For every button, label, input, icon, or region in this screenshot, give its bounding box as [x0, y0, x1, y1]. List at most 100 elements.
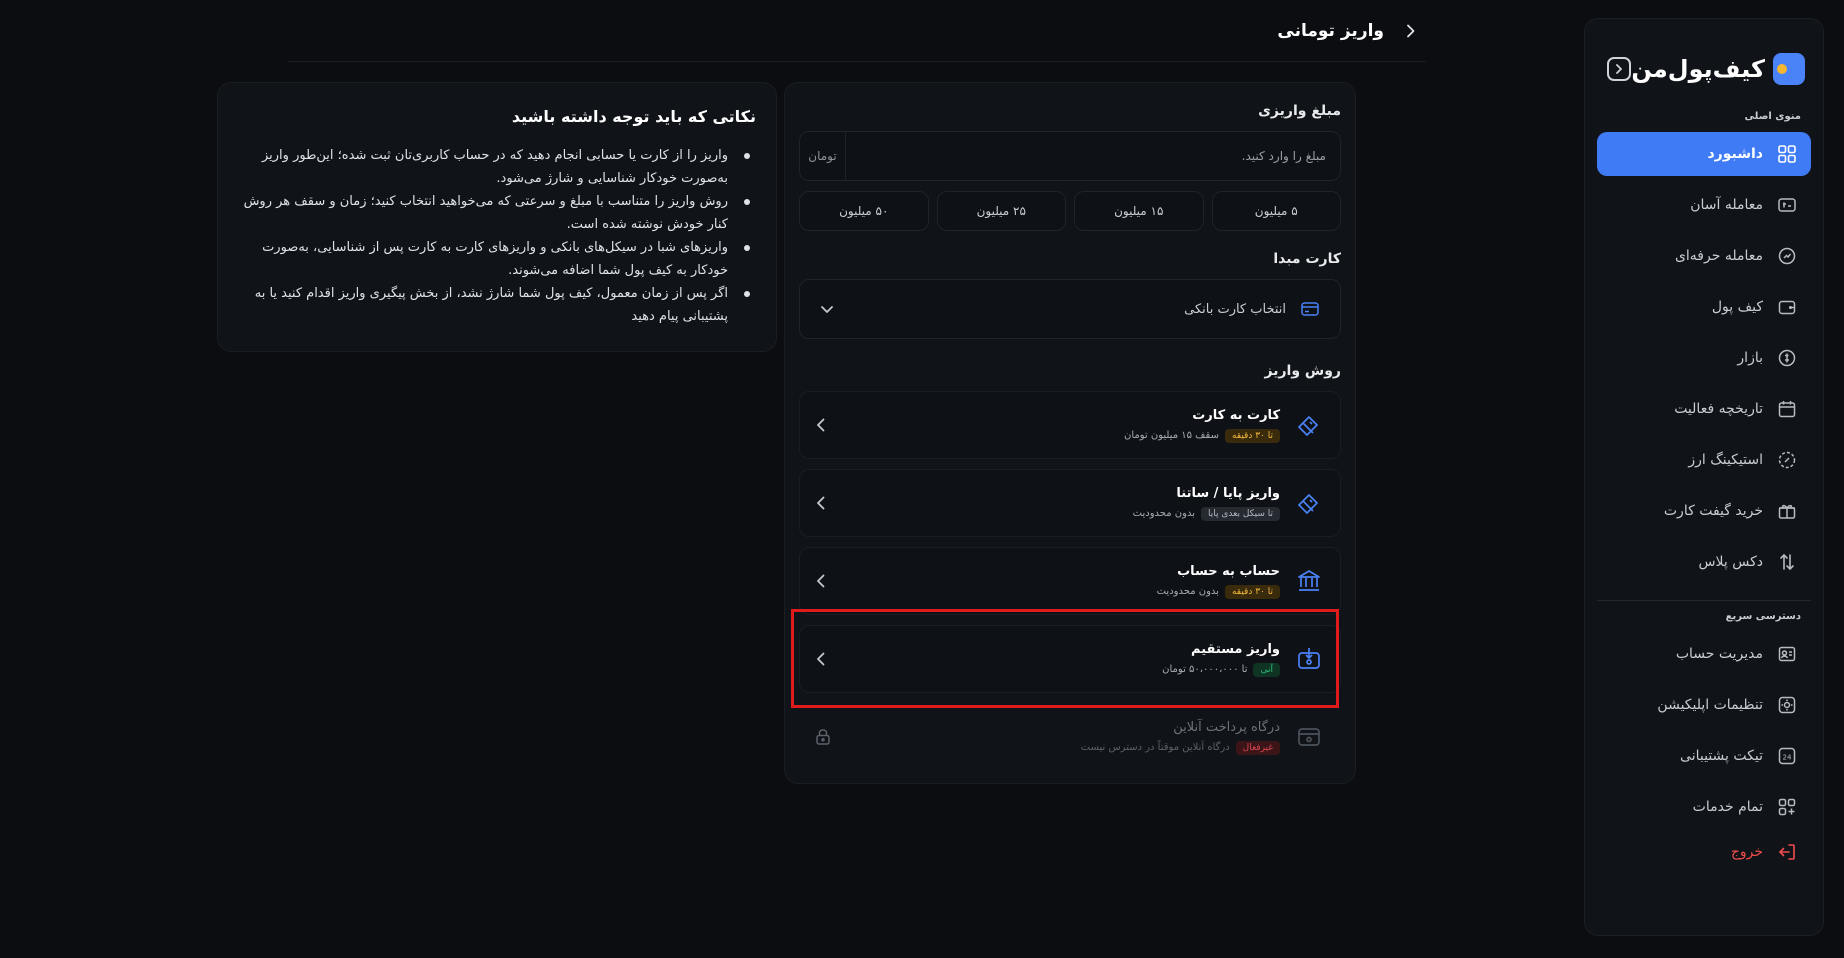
all-services-icon: [1778, 798, 1796, 816]
sidebar-item-support-ticket[interactable]: 24 تیکت پشتیبانی: [1597, 734, 1811, 778]
method-limit: بدون محدودیت: [1156, 586, 1219, 597]
method-card-to-card[interactable]: کارت به کارت تا ۳۰ دقیقه سقف ۱۵ میلیون ت…: [799, 391, 1341, 459]
source-card-label: کارت مبدا: [1273, 251, 1341, 267]
method-time-badge: تا ۳۰ دقیقه: [1224, 584, 1280, 599]
note-item: روش واریز را متناسب با مبلغ و سرعتی که م…: [238, 190, 756, 236]
logout-button[interactable]: خروج: [1597, 836, 1811, 868]
amount-unit: تومان: [800, 132, 846, 180]
sidebar-item-app-settings[interactable]: تنظیمات اپلیکیشن: [1597, 683, 1811, 727]
method-title: واریز پایا / ساتنا: [1176, 485, 1280, 501]
amount-label: مبلغ واریزی: [1258, 103, 1341, 119]
method-limit: بدون محدودیت: [1132, 508, 1196, 519]
sidebar-item-label: داشبورد: [1707, 146, 1764, 162]
quick-access-label: دسترسی سریع: [1725, 611, 1801, 622]
sidebar-item-label: خرید گیفت کارت: [1663, 503, 1763, 519]
amount-input[interactable]: [846, 149, 1340, 163]
app-settings-icon: [1778, 696, 1796, 714]
method-title: حساب به حساب: [1177, 563, 1280, 579]
notes-list: واریز را از کارت یا حسابی انجام دهید که …: [238, 144, 756, 328]
logout-icon: [1778, 844, 1795, 860]
sidebar-item-label: استیکینگ ارز: [1688, 452, 1763, 468]
method-unavailable-text: درگاه آنلاین موقتاً در دسترس نیست: [1080, 742, 1230, 753]
sidebar-header: کیف‌پول‌من: [1597, 49, 1811, 89]
staking-icon: [1778, 451, 1796, 469]
support-ticket-icon: 24: [1778, 747, 1796, 765]
quick-amount-15m-button[interactable]: ۱۵ میلیون: [1074, 191, 1204, 231]
method-title: واریز مستقیم: [1191, 641, 1280, 657]
quick-amounts: ۵ میلیون ۱۵ میلیون ۲۵ میلیون ۵۰ میلیون: [799, 191, 1341, 231]
online-gateway-icon: [1298, 728, 1320, 746]
calendar-history-icon: [1778, 401, 1796, 418]
bank-transfer-icon: [1298, 570, 1320, 591]
logout-label: خروج: [1730, 844, 1763, 860]
notes-card: نکاتی که باید توجه داشته باشید واریز را …: [217, 82, 777, 352]
sidebar-item-dex-plus[interactable]: دکس پلاس: [1597, 540, 1811, 584]
chevron-down-icon: [821, 306, 833, 313]
wallet-logo-icon: [1773, 53, 1805, 85]
method-time-badge: تا سیکل بعدی پایا: [1201, 506, 1280, 521]
sidebar-item-market[interactable]: بازار: [1597, 336, 1811, 380]
quick-amount-50m-button[interactable]: ۵۰ میلیون: [799, 191, 929, 231]
market-icon: [1778, 349, 1796, 367]
page-header: واریز تومانی: [288, 0, 1426, 62]
wallet-icon: [1778, 300, 1796, 315]
quick-amount-5m-button[interactable]: ۵ میلیون: [1211, 191, 1341, 231]
chevron-left-icon: [817, 418, 825, 432]
card-to-card-icon: [1298, 416, 1318, 436]
sidebar-item-pro-trade[interactable]: معامله حرفه‌ای: [1597, 234, 1811, 278]
pro-trade-icon: [1778, 247, 1796, 265]
sidebar-item-label: تنظیمات اپلیکیشن: [1657, 697, 1763, 713]
note-item: اگر پس از زمان معمول، کیف پول شما شارژ ن…: [238, 282, 756, 328]
notes-title: نکاتی که باید توجه داشته باشید: [511, 107, 756, 126]
deposit-form-card: مبلغ واریزی تومان ۵ میلیون ۱۵ میلیون ۲۵ …: [784, 82, 1356, 784]
sidebar-item-activity-history[interactable]: تاریخچه فعالیت: [1597, 387, 1811, 431]
sidebar-item-wallet[interactable]: کیف پول: [1597, 285, 1811, 329]
main-menu-label: منوی اصلی: [1744, 111, 1801, 122]
amount-field: تومان: [799, 131, 1341, 181]
sidebar-item-easy-trade[interactable]: معامله آسان: [1597, 183, 1811, 227]
sidebar-divider: [1597, 600, 1811, 601]
note-item: واریزهای شبا در سیکل‌های بانکی و واریزها…: [238, 236, 756, 282]
sidebar-item-account-management[interactable]: مدیریت حساب: [1597, 632, 1811, 676]
sidebar-item-staking[interactable]: استیکینگ ارز: [1597, 438, 1811, 482]
method-account-to-account[interactable]: حساب به حساب تا ۳۰ دقیقه بدون محدودیت: [799, 547, 1341, 615]
sidebar-item-label: تیکت پشتیبانی: [1680, 748, 1763, 764]
method-title: کارت به کارت: [1192, 407, 1280, 423]
direct-deposit-icon: [1298, 648, 1320, 669]
note-item: واریز را از کارت یا حسابی انجام دهید که …: [238, 144, 756, 190]
source-card-placeholder: انتخاب کارت بانکی: [1184, 301, 1286, 317]
page-title: واریز تومانی: [1277, 20, 1384, 41]
chevron-left-icon: [817, 652, 825, 666]
chevron-left-icon: [817, 574, 825, 588]
sidebar-item-gift-card[interactable]: خرید گیفت کارت: [1597, 489, 1811, 533]
sidebar-item-label: تمام خدمات: [1692, 799, 1763, 815]
sidebar-item-label: تاریخچه فعالیت: [1674, 401, 1763, 417]
sidebar-item-all-services[interactable]: تمام خدمات: [1597, 785, 1811, 829]
chevron-left-icon: [817, 496, 825, 510]
deposit-method-label: روش واریز: [1264, 363, 1341, 379]
sidebar: کیف‌پول‌من منوی اصلی داشبورد معامله آسان…: [1584, 18, 1824, 936]
method-limit: تا ۵۰،۰۰۰،۰۰۰ تومان: [1162, 664, 1248, 675]
method-paya-satna[interactable]: واریز پایا / ساتنا تا سیکل بعدی پایا بدو…: [799, 469, 1341, 537]
chevron-right-icon: [1407, 24, 1415, 37]
svg-text:24: 24: [1783, 754, 1792, 762]
sidebar-item-label: معامله آسان: [1690, 197, 1763, 213]
method-title: درگاه پرداخت آنلاین: [1173, 719, 1280, 735]
lock-icon: [816, 729, 830, 745]
quick-amount-25m-button[interactable]: ۲۵ میلیون: [936, 191, 1066, 231]
method-time-badge: تا ۳۰ دقیقه: [1224, 428, 1280, 443]
back-button[interactable]: [1404, 24, 1418, 38]
method-direct-deposit[interactable]: واریز مستقیم آنی تا ۵۰،۰۰۰،۰۰۰ تومان: [799, 625, 1341, 693]
brand-name: کیف‌پول‌من: [1631, 55, 1766, 83]
sidebar-item-label: مدیریت حساب: [1675, 646, 1763, 662]
easy-trade-icon: [1778, 198, 1796, 212]
source-card-select[interactable]: انتخاب کارت بانکی: [799, 279, 1341, 339]
collapse-sidebar-button[interactable]: [1607, 57, 1631, 81]
dashboard-grid-icon: [1778, 145, 1796, 163]
chevron-right-icon: [1616, 64, 1622, 74]
sidebar-item-dashboard[interactable]: داشبورد: [1597, 132, 1811, 176]
brand-logo[interactable]: کیف‌پول‌من: [1631, 53, 1805, 85]
account-icon: [1778, 646, 1796, 662]
method-online-gateway: درگاه پرداخت آنلاین غیرفعال درگاه آنلاین…: [799, 703, 1341, 771]
paya-satna-icon: [1298, 494, 1318, 514]
